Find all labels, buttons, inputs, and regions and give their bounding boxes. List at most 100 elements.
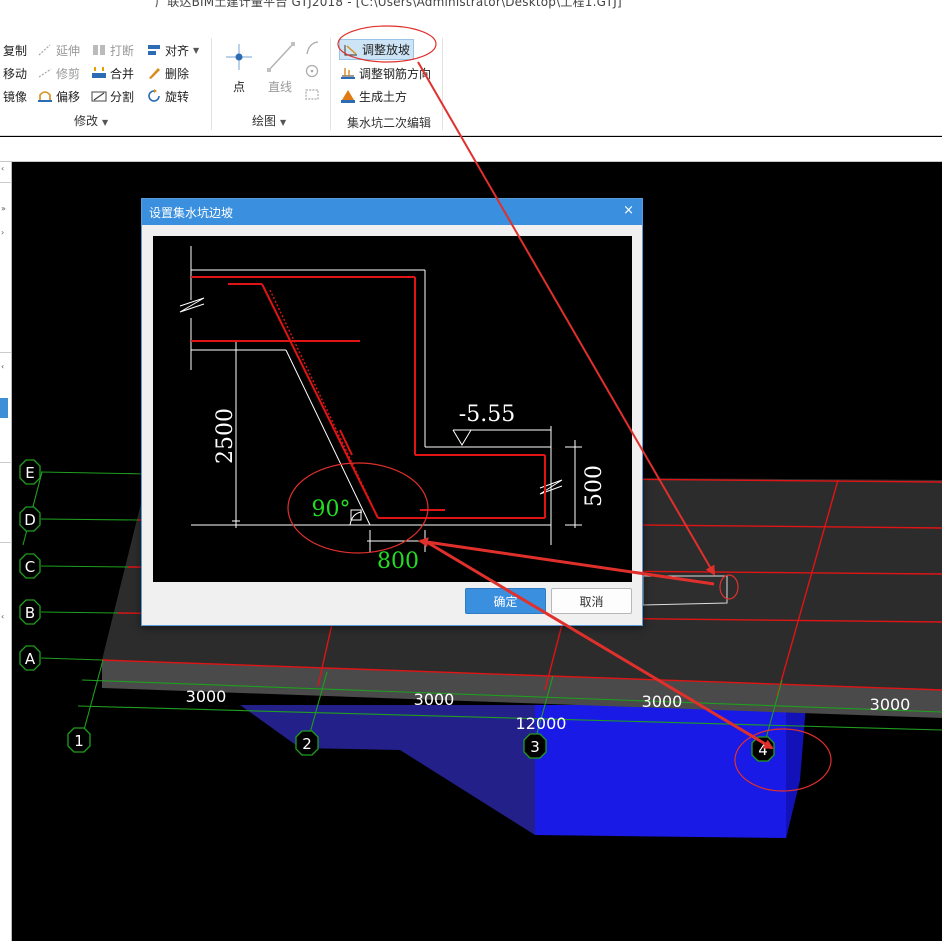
axis-column-label: 4 [758,741,768,759]
extend-icon [37,42,53,58]
move-label: 移动 [3,66,28,81]
copy-label: 复制 [3,43,28,58]
break-icon [91,42,107,58]
trim-button[interactable]: 修剪 [37,63,80,83]
axis-column-label: 2 [302,735,312,753]
arc-icon[interactable] [304,40,320,56]
collapse-icon[interactable]: ‹ [1,362,4,371]
modify-group-text: 修改 [74,114,99,128]
group-divider [330,38,331,130]
rectangle-icon[interactable] [304,86,320,102]
toolbar-strip [0,137,942,162]
dialog-title-bar: 设置集水坑边坡 × [142,199,642,225]
axis-row-label: A [25,650,36,668]
split-button[interactable]: 分割 [91,86,134,106]
generate-earthwork-button[interactable]: 生成土方 [340,86,407,106]
cancel-button[interactable]: 取消 [551,588,632,614]
ok-button[interactable]: 确定 [465,588,546,614]
total-dimension: 12000 [516,714,567,733]
split-icon [91,88,107,104]
rotate-label: 旋转 [165,89,190,104]
line-button[interactable]: 直线 [264,40,298,100]
rebar-dashed-line [269,289,373,506]
span-dimension: 3000 [642,692,683,711]
align-icon [146,42,162,58]
panel-divider [0,352,11,353]
splitter-handle-icon[interactable]: ‹ [1,612,4,621]
draw-group-label[interactable]: 绘图 ▼ [252,112,286,129]
thickness-label: 500 [582,465,607,507]
slope-icon [343,42,359,58]
rebar-direction-icon [340,65,356,81]
group-divider [211,38,212,130]
extend-button[interactable]: 延伸 [37,40,80,60]
panel-divider [0,182,11,183]
depth-label: 2500 [213,408,238,464]
slope-diagram: -5.55 2500 500 90° 800 [153,236,632,582]
row-axis-labels: E D C B A [24,464,36,668]
axis-row-label: D [24,511,36,529]
break-button[interactable]: 打断 [91,40,134,60]
adjust-slope-label: 调整放坡 [362,43,411,57]
offset-label: 偏移 [56,89,81,104]
sump-element[interactable] [642,575,728,606]
span-dimension: 3000 [186,687,227,706]
slope-diagram-drawing: -5.55 2500 500 90° 800 [179,246,607,574]
axis-row-label: E [25,464,34,482]
generate-earthwork-label: 生成土方 [359,89,408,104]
expand-icon[interactable]: » [1,204,6,213]
elevation-label: -5.55 [459,402,515,427]
span-dimension: 3000 [414,690,455,709]
panel-divider [0,462,11,463]
group-divider [442,38,443,130]
align-dropdown-icon: ▼ [193,45,200,55]
offset-button[interactable]: 偏移 [37,86,80,106]
extend-label: 延伸 [56,43,81,58]
copy-button[interactable]: 复制 [3,40,27,60]
chevron-down-icon: ▼ [102,118,109,127]
delete-button[interactable]: 删除 [146,63,189,83]
left-panel: ‹ » › ‹ ‹ [0,162,12,941]
dialog-title: 设置集水坑边坡 [149,205,234,220]
axis-row-label: C [25,558,35,576]
set-sump-slope-dialog: 设置集水坑边坡 × -5.55 2500 500 90° 800 确定 取消 [141,198,643,626]
line-label: 直线 [268,80,293,94]
window-title: 广联达BIM土建计量平台 GTJ2018 - [C:\Users\Adminis… [155,0,622,9]
axis-row-label: B [25,604,35,622]
sump-edit-group-label: 集水坑二次编辑 [347,116,432,130]
panel-divider [0,542,11,543]
slope-angle-value[interactable]: 90° [312,497,351,522]
adjust-slope-button[interactable]: 调整放坡 [339,39,415,60]
arrow-icon[interactable]: › [1,228,4,237]
title-bar: 广联达BIM土建计量平台 GTJ2018 - [C:\Users\Adminis… [0,0,942,34]
point-label: 点 [233,80,246,94]
merge-icon [91,65,107,81]
circle-icon[interactable] [304,63,320,79]
split-label: 分割 [110,89,135,104]
merge-button[interactable]: 合并 [91,63,134,83]
align-button[interactable]: 对齐 ▼ [146,40,199,60]
close-icon[interactable]: × [623,203,634,218]
earthwork-icon [340,88,356,104]
offset-icon [37,88,53,104]
mirror-button[interactable]: 镜像 [3,86,27,106]
collapse-icon[interactable]: ‹ [1,164,4,173]
rebar-lines [191,276,546,519]
selected-row-marker[interactable] [0,398,8,418]
mirror-label: 镜像 [3,89,28,104]
break-label: 打断 [110,43,135,58]
align-label: 对齐 [165,43,190,58]
rotate-button[interactable]: 旋转 [146,86,189,106]
rotate-icon [146,88,162,104]
slope-width-value[interactable]: 800 [377,549,419,574]
adjust-rebar-direction-label: 调整钢筋方向 [359,66,432,81]
modify-group-label[interactable]: 修改 ▼ [74,112,108,129]
point-button[interactable]: 点 [222,40,256,100]
axis-column-label: 3 [530,738,540,756]
merge-label: 合并 [110,66,135,81]
trim-icon [37,65,53,81]
point-icon [226,44,252,70]
draw-group-text: 绘图 [252,114,277,128]
adjust-rebar-direction-button[interactable]: 调整钢筋方向 [340,63,431,83]
move-button[interactable]: 移动 [3,63,27,83]
